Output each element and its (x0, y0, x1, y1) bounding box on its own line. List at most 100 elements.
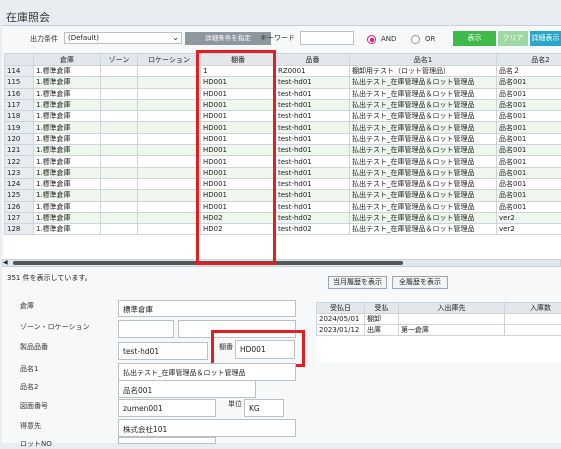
table-cell[interactable]: 1.標準倉庫 (34, 133, 101, 144)
table-cell[interactable] (138, 133, 201, 144)
table-cell[interactable]: test-hd01 (276, 145, 350, 156)
table-cell[interactable]: 払出テスト_在庫管理品＆ロット管理品 (350, 111, 497, 122)
table-cell[interactable]: 1.標準倉庫 (34, 178, 101, 189)
table-cell[interactable]: 1.標準倉庫 (34, 156, 101, 167)
table-cell[interactable]: 1.標準倉庫 (34, 122, 101, 133)
drawing-number-field[interactable]: zumen001 (118, 399, 216, 417)
table-cell[interactable] (101, 66, 138, 77)
table-row[interactable]: 1271.標準倉庫HD02test-hd02払出テスト_在庫管理品＆ロット管理品… (5, 212, 561, 223)
table-cell[interactable] (101, 145, 138, 156)
table-row[interactable]: 1231.標準倉庫HD001test-hd01払出テスト_在庫管理品＆ロット管理… (5, 167, 561, 178)
table-cell[interactable]: 品名001 (497, 88, 561, 99)
table-row[interactable]: 1141.標準倉庫1RZ0001棚卸用テスト（ロット管理品）品名２ (5, 66, 561, 77)
detail-display-button[interactable]: 詳細表示 (530, 31, 561, 46)
and-radio[interactable] (367, 35, 376, 44)
display-button[interactable]: 表示 (453, 31, 496, 46)
table-cell[interactable]: 品名001 (497, 156, 561, 167)
column-header[interactable]: 品番 (276, 54, 350, 66)
table-cell[interactable] (101, 167, 138, 178)
table-cell[interactable] (138, 66, 201, 77)
table-cell[interactable]: test-hd01 (276, 190, 350, 201)
table-row[interactable]: 1221.標準倉庫HD001test-hd01払出テスト_在庫管理品＆ロット管理… (5, 156, 561, 167)
table-cell[interactable] (138, 156, 201, 167)
table-cell[interactable] (101, 111, 138, 122)
name2-field[interactable]: 品名001 (118, 380, 256, 398)
table-cell[interactable]: 払出テスト_在庫管理品＆ロット管理品 (350, 99, 497, 110)
warehouse-field[interactable]: 標準倉庫 (118, 300, 296, 317)
table-cell[interactable]: test-hd01 (276, 133, 350, 144)
horizontal-scrollbar[interactable]: ◀ (2, 259, 561, 267)
table-cell[interactable]: ver2 (497, 212, 561, 223)
table-cell[interactable]: 品名001 (497, 77, 561, 88)
table-cell[interactable] (138, 212, 201, 223)
table-cell[interactable]: 棚卸用テスト（ロット管理品） (350, 66, 497, 77)
detail-condition-button[interactable]: 詳細条件を指定 (185, 32, 271, 45)
table-cell[interactable] (101, 224, 138, 235)
table-cell[interactable]: test-hd01 (276, 122, 350, 133)
table-cell[interactable]: 1.標準倉庫 (34, 212, 101, 223)
table-cell[interactable]: test-hd01 (276, 88, 350, 99)
table-cell[interactable] (138, 224, 201, 235)
unit-field[interactable]: KG (244, 399, 284, 417)
column-header[interactable]: 倉庫 (34, 54, 101, 66)
table-cell[interactable]: 1.標準倉庫 (34, 77, 101, 88)
table-cell[interactable] (138, 190, 201, 201)
column-header[interactable]: ゾーン (101, 54, 138, 66)
table-cell[interactable]: 品名001 (497, 178, 561, 189)
customer-field[interactable]: 株式会社101 (118, 419, 296, 437)
table-cell[interactable]: 払出テスト_在庫管理品＆ロット管理品 (350, 224, 497, 235)
table-cell[interactable]: 払出テスト_在庫管理品＆ロット管理品 (350, 156, 497, 167)
table-cell[interactable]: 払出テスト_在庫管理品＆ロット管理品 (350, 178, 497, 189)
table-cell[interactable]: test-hd01 (276, 178, 350, 189)
table-cell[interactable]: test-hd01 (276, 156, 350, 167)
table-cell[interactable]: 払出テスト_在庫管理品＆ロット管理品 (350, 77, 497, 88)
keyword-input[interactable] (300, 31, 354, 45)
table-cell[interactable]: 払出テスト_在庫管理品＆ロット管理品 (350, 88, 497, 99)
current-month-history-button[interactable]: 当月履歴を表示 (328, 276, 387, 289)
table-cell[interactable]: 品名001 (497, 99, 561, 110)
table-cell[interactable]: ver2 (497, 224, 561, 235)
table-cell[interactable] (101, 201, 138, 212)
column-header[interactable]: 品名1 (350, 54, 497, 66)
table-cell[interactable]: test-hd02 (276, 212, 350, 223)
clear-button[interactable]: クリア (498, 31, 528, 46)
zone-field[interactable] (118, 320, 174, 338)
table-cell[interactable] (138, 77, 201, 88)
table-cell[interactable]: 品名001 (497, 167, 561, 178)
table-row[interactable]: 1151.標準倉庫HD001test-hd01払出テスト_在庫管理品＆ロット管理… (5, 77, 561, 88)
table-cell[interactable]: 1.標準倉庫 (34, 145, 101, 156)
name1-field[interactable]: 払出テスト_在庫管理品＆ロット管理品 (118, 363, 296, 381)
table-cell[interactable] (138, 99, 201, 110)
table-cell[interactable]: test-hd01 (276, 167, 350, 178)
output-condition-select[interactable]: (Default) ⌄ (64, 32, 182, 44)
table-cell[interactable]: 1.標準倉庫 (34, 224, 101, 235)
table-cell[interactable]: 品名001 (497, 111, 561, 122)
history-row[interactable]: 2023/01/12出庫第一倉庫 (317, 325, 561, 336)
table-cell[interactable] (138, 122, 201, 133)
table-row[interactable]: 1261.標準倉庫HD001test-hd01払出テスト_在庫管理品＆ロット管理… (5, 201, 561, 212)
table-cell[interactable] (138, 167, 201, 178)
table-cell[interactable]: 品名001 (497, 122, 561, 133)
table-cell[interactable]: 品名001 (497, 145, 561, 156)
product-code-field[interactable]: test-hd01 (118, 342, 208, 360)
column-header[interactable]: 品名2 (497, 54, 561, 66)
table-cell[interactable]: 払出テスト_在庫管理品＆ロット管理品 (350, 190, 497, 201)
table-cell[interactable] (138, 145, 201, 156)
table-cell[interactable] (101, 156, 138, 167)
table-cell[interactable]: 1.標準倉庫 (34, 190, 101, 201)
table-row[interactable]: 1251.標準倉庫HD001test-hd01払出テスト_在庫管理品＆ロット管理… (5, 190, 561, 201)
table-cell[interactable]: test-hd01 (276, 201, 350, 212)
table-cell[interactable] (101, 99, 138, 110)
table-row[interactable]: 1161.標準倉庫HD001test-hd01払出テスト_在庫管理品＆ロット管理… (5, 88, 561, 99)
table-cell[interactable]: 品名001 (497, 190, 561, 201)
table-cell[interactable]: test-hd02 (276, 224, 350, 235)
column-header[interactable] (5, 54, 34, 66)
table-cell[interactable]: RZ0001 (276, 66, 350, 77)
table-cell[interactable] (101, 122, 138, 133)
table-cell[interactable] (138, 178, 201, 189)
table-cell[interactable]: 払出テスト_在庫管理品＆ロット管理品 (350, 201, 497, 212)
table-cell[interactable] (138, 88, 201, 99)
table-row[interactable]: 1201.標準倉庫HD001test-hd01払出テスト_在庫管理品＆ロット管理… (5, 133, 561, 144)
table-cell[interactable]: 1.標準倉庫 (34, 167, 101, 178)
table-cell[interactable]: 払出テスト_在庫管理品＆ロット管理品 (350, 122, 497, 133)
